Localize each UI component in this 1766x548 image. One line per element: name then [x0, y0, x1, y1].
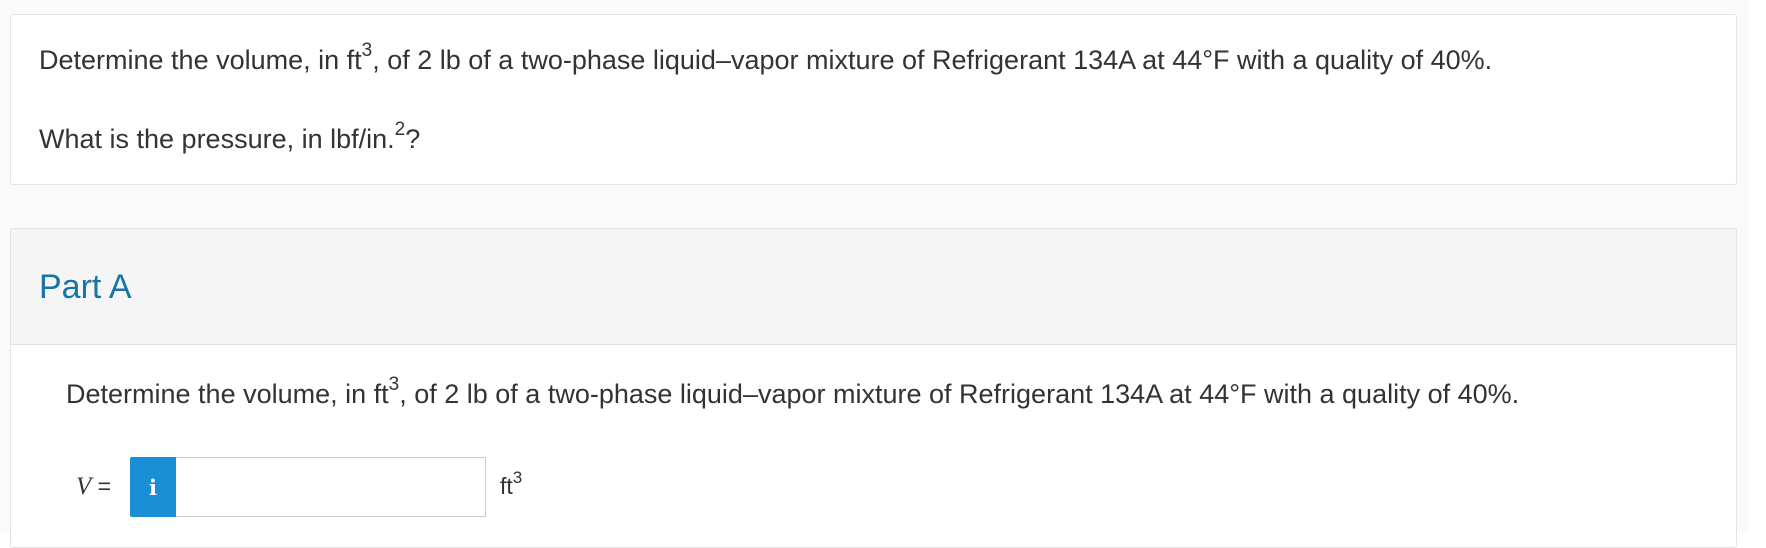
part-a-card: Part A Determine the volume, in ft3, of …	[10, 228, 1737, 548]
pressure-question: What is the pressure, in lbf/in.2?	[39, 119, 421, 154]
part-a-question: Determine the volume, in ft3, of 2 lb of…	[66, 374, 1520, 409]
info-button[interactable]: i	[130, 457, 176, 517]
part-a-header[interactable]: Part A	[11, 229, 1736, 345]
part-a-unit-exponent: 3	[388, 374, 400, 395]
problem-statement: Determine the volume, in ft3, of 2 lb of…	[39, 40, 1493, 75]
pressure-unit-exponent: 2	[394, 119, 406, 140]
problem-statement-card: Determine the volume, in ft3, of 2 lb of…	[10, 14, 1737, 185]
part-a-title: Part A	[39, 268, 132, 306]
volume-answer-input[interactable]	[176, 457, 486, 517]
answer-row: V = i ft3	[66, 457, 666, 517]
volume-unit-exponent: 3	[361, 40, 373, 61]
answer-unit-label: ft3	[500, 468, 523, 499]
info-icon: i	[149, 474, 157, 500]
answer-variable-label: V =	[76, 473, 112, 500]
